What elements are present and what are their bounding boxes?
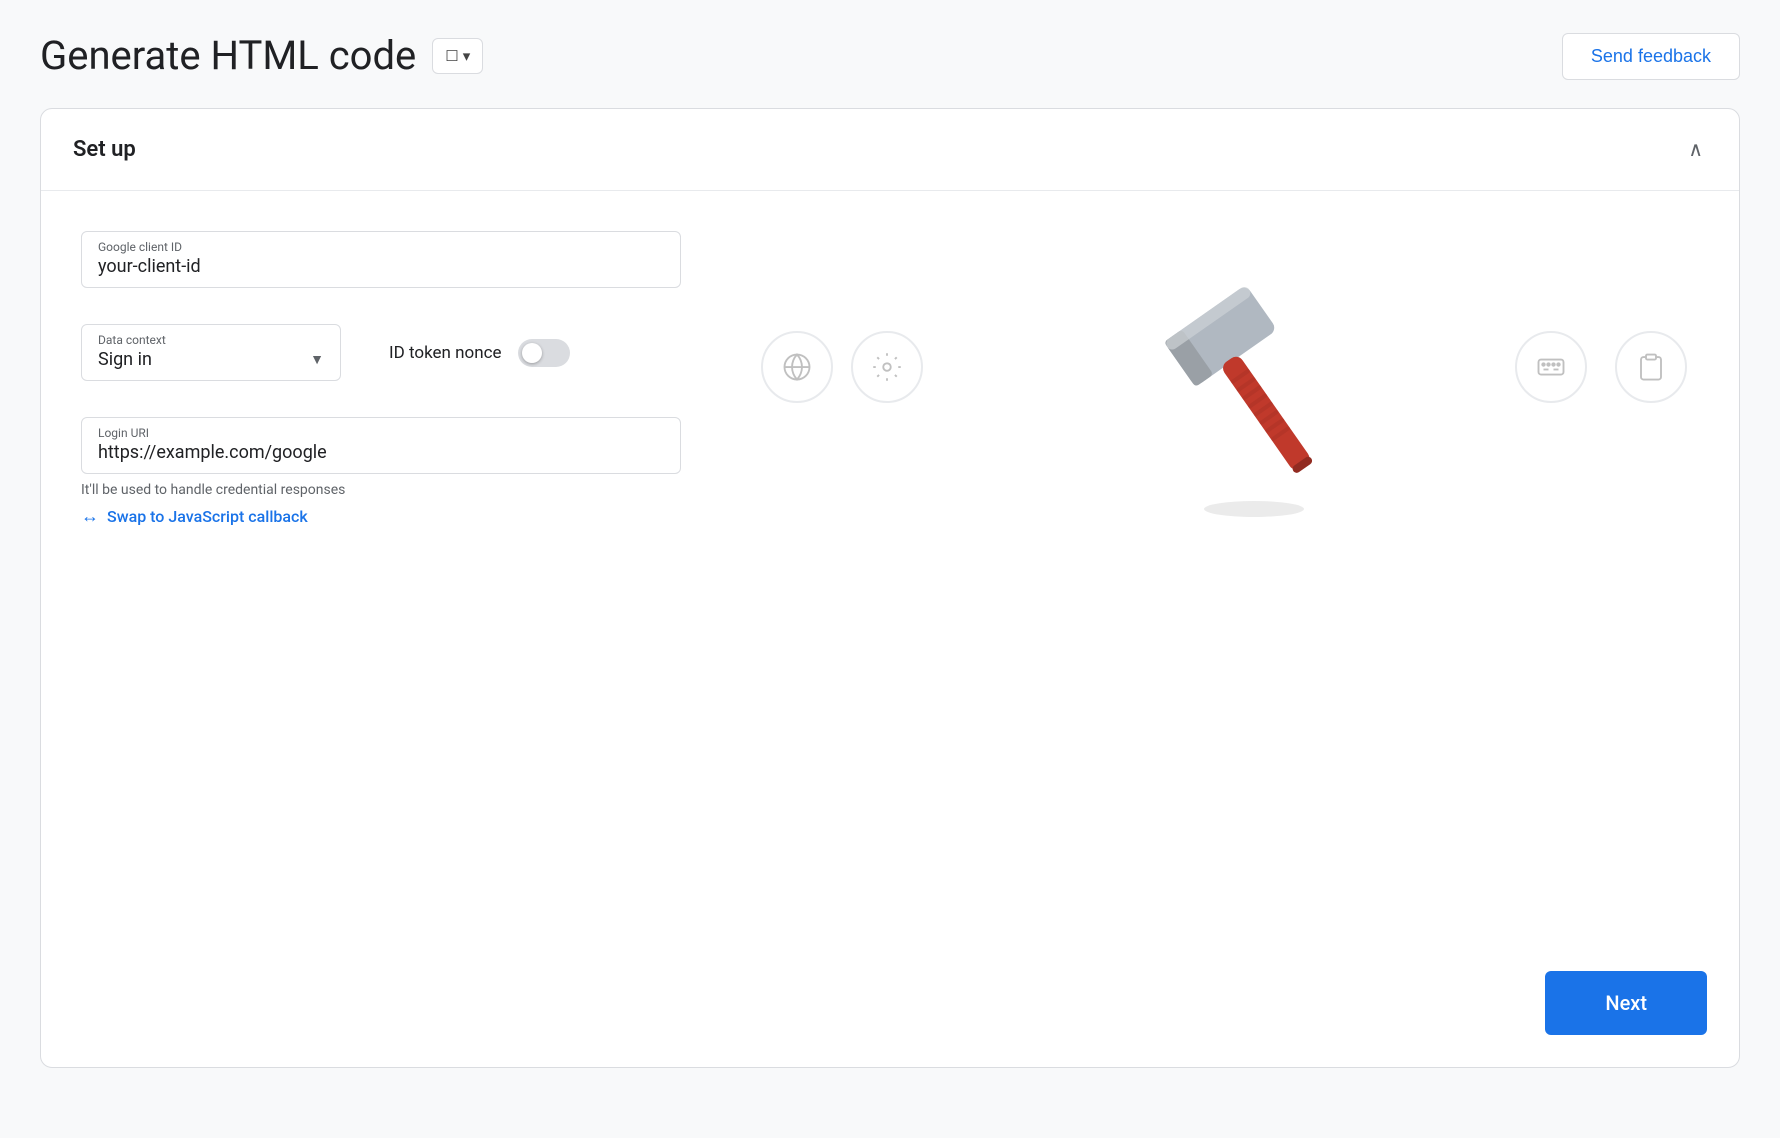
bookmark-icon: ☐ [445, 47, 458, 65]
client-id-label: Google client ID [98, 240, 664, 254]
collapse-icon: ∧ [1688, 139, 1703, 161]
next-button[interactable]: Next [1545, 971, 1707, 1035]
page-title: Generate HTML code [40, 32, 416, 80]
gear-circle-icon [851, 331, 923, 403]
login-uri-hint: It'll be used to handle credential respo… [81, 482, 681, 498]
client-id-field-group: Google client ID [81, 231, 681, 288]
bookmark-button[interactable]: ☐ ▾ [432, 38, 483, 74]
toggle-track [518, 339, 570, 367]
toggle-thumb [522, 343, 542, 363]
card-body: Google client ID Data context Sign in ▼ … [41, 191, 1739, 971]
id-token-nonce-label: ID token nonce [389, 343, 502, 363]
send-feedback-button[interactable]: Send feedback [1562, 33, 1740, 80]
login-uri-label: Login URI [98, 426, 664, 440]
page-header: Generate HTML code ☐ ▾ Send feedback [40, 32, 1740, 80]
form-side: Google client ID Data context Sign in ▼ … [81, 231, 681, 931]
login-uri-field-group: Login URI It'll be used to handle creden… [81, 417, 681, 527]
card-header: Set up ∧ [41, 109, 1739, 191]
login-uri-input[interactable] [98, 442, 664, 463]
swap-to-js-callback-link[interactable]: ↔ Swap to JavaScript callback [81, 506, 308, 527]
collapse-button[interactable]: ∧ [1684, 133, 1707, 166]
data-context-select-inner[interactable]: Sign in ▼ [98, 349, 324, 370]
data-context-label: Data context [98, 333, 324, 347]
data-context-row: Data context Sign in ▼ ID token nonce [81, 324, 681, 381]
next-button-row: Next [41, 971, 1739, 1067]
hammer-illustration [1154, 281, 1354, 525]
setup-card: Set up ∧ Google client ID Data context S… [40, 108, 1740, 1068]
id-token-nonce-row: ID token nonce [389, 339, 570, 367]
card-section-title: Set up [73, 137, 136, 162]
globe-circle-icon [761, 331, 833, 403]
data-context-arrow: ▼ [310, 351, 324, 368]
page-title-area: Generate HTML code ☐ ▾ [40, 32, 483, 80]
swap-icon: ↔ [81, 506, 99, 527]
login-uri-input-group: Login URI [81, 417, 681, 474]
illustration-side [721, 231, 1707, 931]
data-context-value: Sign in [98, 349, 152, 370]
clipboard-circle-icon [1615, 331, 1687, 403]
data-context-select-group[interactable]: Data context Sign in ▼ [81, 324, 341, 381]
keyboard-circle-icon [1515, 331, 1587, 403]
swap-link-label: Swap to JavaScript callback [107, 507, 308, 526]
client-id-input[interactable] [98, 256, 664, 277]
bookmark-chevron: ▾ [463, 47, 471, 65]
id-token-nonce-toggle[interactable] [518, 339, 570, 367]
